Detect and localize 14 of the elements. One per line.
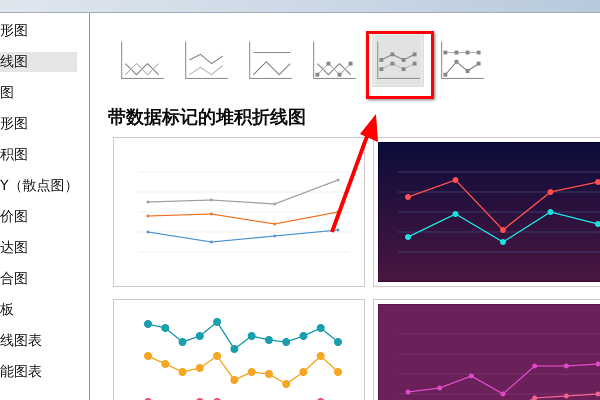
chart-category-item[interactable]: 价图	[0, 207, 77, 227]
chart-category-item[interactable]: 形图	[0, 21, 77, 41]
chart-category-item[interactable]: Y（散点图）	[0, 176, 77, 196]
chart-category-item[interactable]: 能图表	[0, 362, 77, 382]
chart-category-item[interactable]: 线图表	[0, 331, 77, 351]
chart-type-heading: 带数据标记的堆积折线图	[108, 106, 307, 129]
chart-category-item[interactable]: 达图	[0, 238, 77, 258]
chart-category-item[interactable]: 板	[0, 300, 77, 320]
chart-category-item[interactable]: 图	[0, 83, 77, 103]
chart-category-item[interactable]: 形图	[0, 114, 77, 134]
chart-category-item[interactable]: 合图	[0, 269, 77, 289]
chart-category-item[interactable]: 线图	[0, 52, 77, 72]
chart-category-item[interactable]: 积图	[0, 145, 77, 165]
highlight-frame	[366, 31, 434, 99]
